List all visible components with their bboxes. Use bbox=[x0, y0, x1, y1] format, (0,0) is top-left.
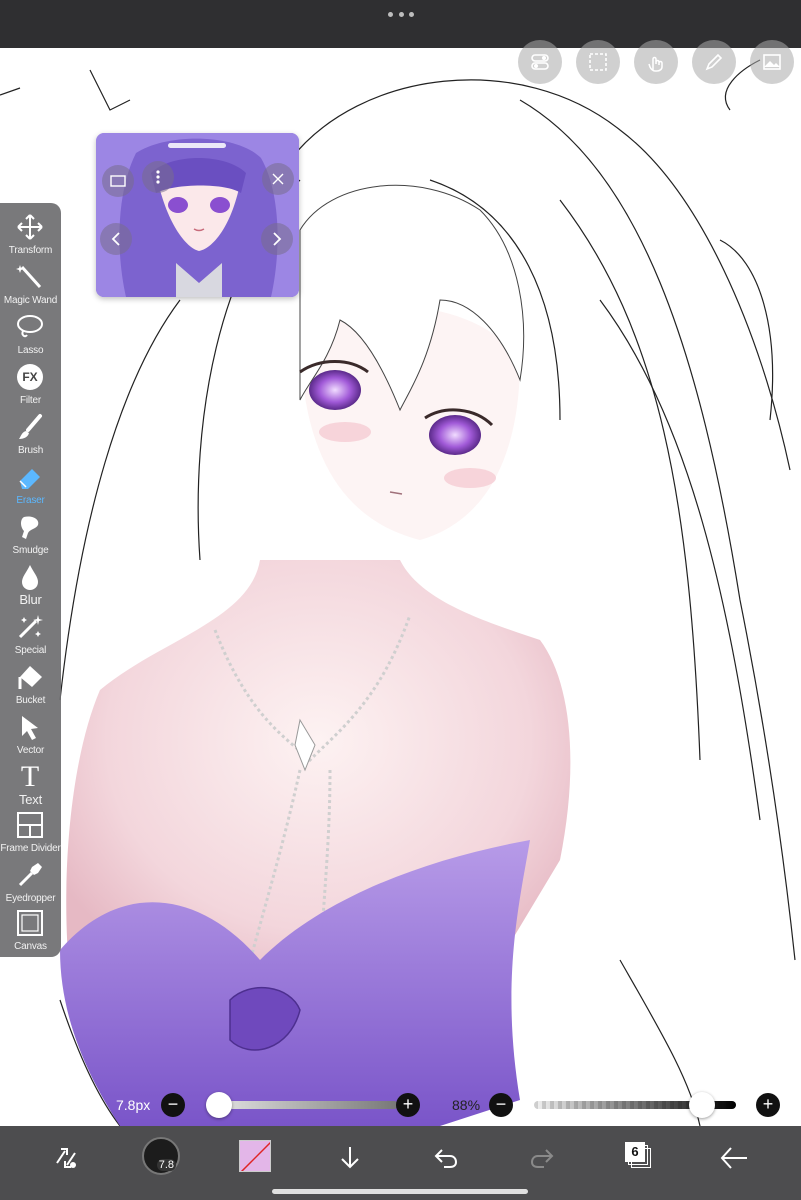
opacity-slider-thumb[interactable] bbox=[688, 1092, 715, 1118]
tool-label: Smudge bbox=[12, 545, 49, 556]
undo-icon[interactable] bbox=[426, 1138, 466, 1178]
import-icon[interactable] bbox=[330, 1138, 370, 1178]
brush-icon bbox=[15, 413, 45, 441]
reference-image bbox=[96, 133, 299, 297]
pen-icon[interactable] bbox=[692, 40, 736, 84]
home-indicator[interactable] bbox=[272, 1189, 528, 1194]
size-slider[interactable] bbox=[206, 1092, 398, 1118]
reference-drag-handle[interactable] bbox=[168, 143, 226, 148]
tool-label: Lasso bbox=[17, 345, 44, 356]
layers-icon[interactable]: 6 bbox=[625, 1142, 651, 1168]
tool-eyedropper[interactable]: Eyedropper bbox=[0, 857, 61, 907]
special-sparkle-icon bbox=[15, 613, 45, 641]
text-icon: T bbox=[20, 760, 40, 793]
tool-blur[interactable]: Blur bbox=[0, 559, 61, 609]
tool-label: Bucket bbox=[15, 695, 46, 706]
brush-size-value: 7.8 bbox=[156, 1159, 176, 1171]
tool-label: Special bbox=[14, 645, 47, 656]
tool-label: Eyedropper bbox=[5, 893, 56, 904]
blur-drop-icon bbox=[15, 563, 45, 591]
eyedropper-icon bbox=[15, 861, 45, 889]
brush-slider-row: 7.8px − + 88% − + bbox=[0, 1092, 801, 1118]
multitask-dots-icon[interactable] bbox=[388, 12, 414, 20]
size-slider-thumb[interactable] bbox=[206, 1092, 232, 1118]
lasso-icon bbox=[15, 313, 45, 341]
tool-sidebar: Transform Magic Wand Lasso FX Filter Bru… bbox=[0, 203, 61, 957]
tool-label: Brush bbox=[17, 445, 44, 456]
brush-size-label: 7.8px bbox=[116, 1097, 151, 1113]
tool-frame-divider[interactable]: Frame Divider bbox=[0, 807, 61, 857]
swap-icon[interactable] bbox=[46, 1138, 86, 1178]
layer-image-icon[interactable] bbox=[750, 40, 794, 84]
tool-label: Canvas bbox=[14, 941, 47, 952]
redo-icon[interactable] bbox=[522, 1138, 562, 1178]
tool-smudge[interactable]: Smudge bbox=[0, 509, 61, 559]
size-plus-button[interactable]: + bbox=[396, 1093, 420, 1117]
window-icon[interactable] bbox=[102, 165, 134, 197]
size-minus-button[interactable]: − bbox=[161, 1093, 185, 1117]
tool-label: Eraser bbox=[16, 495, 45, 506]
eraser-icon bbox=[15, 463, 45, 491]
brush-size-icon[interactable]: 7.8 bbox=[142, 1137, 180, 1175]
frame-divider-icon bbox=[15, 811, 45, 839]
reference-window[interactable] bbox=[96, 133, 299, 297]
tool-label: Blur bbox=[19, 592, 42, 607]
move-arrows-icon bbox=[15, 213, 45, 241]
tool-brush[interactable]: Brush bbox=[0, 409, 61, 459]
tool-magic-wand[interactable]: Magic Wand bbox=[0, 259, 61, 309]
fx-icon: FX bbox=[15, 363, 45, 391]
tool-label: Text bbox=[18, 792, 43, 807]
color-icon[interactable] bbox=[239, 1140, 271, 1172]
tool-text[interactable]: T Text bbox=[0, 759, 61, 809]
tool-lasso[interactable]: Lasso bbox=[0, 309, 61, 359]
tool-label: Vector bbox=[16, 745, 45, 756]
tool-eraser[interactable]: Eraser bbox=[0, 459, 61, 509]
tool-transform[interactable]: Transform bbox=[0, 209, 61, 259]
tool-label: Frame Divider bbox=[0, 843, 61, 854]
smudge-icon bbox=[15, 513, 45, 541]
tool-label: Transform bbox=[8, 245, 53, 256]
toggles-icon[interactable] bbox=[518, 40, 562, 84]
magic-wand-icon bbox=[15, 263, 45, 291]
tool-label: Filter bbox=[19, 395, 42, 406]
tool-bucket[interactable]: Bucket bbox=[0, 659, 61, 709]
more-icon[interactable] bbox=[142, 161, 174, 193]
close-icon[interactable] bbox=[262, 163, 294, 195]
bucket-icon bbox=[15, 663, 45, 691]
touch-icon[interactable] bbox=[634, 40, 678, 84]
tool-canvas[interactable]: Canvas bbox=[0, 905, 61, 955]
tool-label: Magic Wand bbox=[3, 295, 58, 306]
next-icon[interactable] bbox=[261, 223, 293, 255]
tool-special[interactable]: Special bbox=[0, 609, 61, 659]
prev-icon[interactable] bbox=[100, 223, 132, 255]
top-tools bbox=[518, 40, 794, 84]
layer-count: 6 bbox=[625, 1142, 645, 1162]
opacity-label: 88% bbox=[452, 1097, 481, 1113]
selection-icon[interactable] bbox=[576, 40, 620, 84]
opacity-minus-button[interactable]: − bbox=[489, 1093, 513, 1117]
back-icon[interactable] bbox=[714, 1138, 754, 1178]
tool-vector[interactable]: Vector bbox=[0, 709, 61, 759]
tool-filter[interactable]: FX Filter bbox=[0, 359, 61, 409]
vector-cursor-icon bbox=[15, 713, 45, 741]
canvas-icon bbox=[15, 909, 45, 937]
opacity-plus-button[interactable]: + bbox=[756, 1093, 780, 1117]
opacity-slider[interactable] bbox=[534, 1092, 736, 1118]
